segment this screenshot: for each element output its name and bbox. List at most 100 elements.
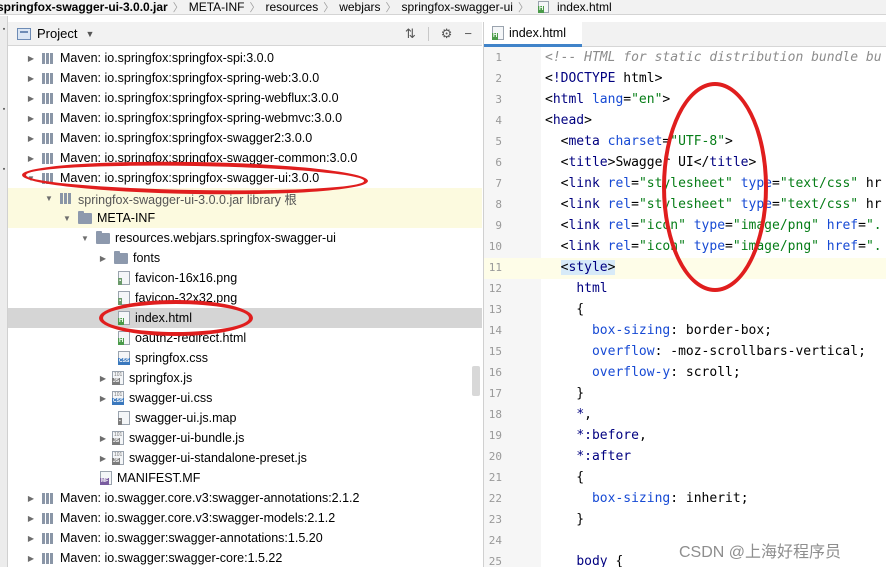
tree-item-springfox-spi[interactable]: ▶ Maven: io.springfox:springfox-spi:3.0.… [8, 48, 482, 68]
chevron-down-icon[interactable]: ▼ [85, 29, 94, 39]
tree-item-label: swagger-ui-standalone-preset.js [129, 451, 307, 465]
tree-item-swagger-annotations-v3[interactable]: ▶ Maven: io.swagger.core.v3:swagger-anno… [8, 488, 482, 508]
tree-item-label: Maven: io.swagger:swagger-core:1.5.22 [60, 551, 283, 565]
code-line[interactable]: <html lang="en"> [545, 89, 670, 110]
line-number: 8 [495, 198, 502, 211]
map-file-icon: ▪ [118, 411, 130, 425]
tree-item-resources-webjars[interactable]: ▼ resources.webjars.springfox-swagger-ui [8, 228, 482, 248]
code-line[interactable]: overflow-y: scroll; [545, 362, 741, 383]
tree-item-swagger-ui-bundle-js[interactable]: ▶ 101 JS swagger-ui-bundle.js [8, 428, 482, 448]
line-number: 23 [488, 513, 502, 526]
breadcrumb-item-file[interactable]: H index.html [534, 0, 612, 14]
breadcrumb-item-webjars[interactable]: webjars [339, 0, 380, 14]
tree-item-springfox-spring-webflux[interactable]: ▶ Maven: io.springfox:springfox-spring-w… [8, 88, 482, 108]
gear-icon[interactable]: ⚙ [441, 26, 453, 42]
library-icon [42, 52, 55, 64]
tree-item-swagger-ui-css[interactable]: ▶ 101 CSS swagger-ui.css [8, 388, 482, 408]
code-line[interactable]: <head> [545, 110, 592, 131]
code-line[interactable]: { [545, 467, 584, 488]
expand-arrow-icon[interactable]: ▶ [98, 254, 108, 263]
line-number: 4 [495, 114, 502, 127]
tree-item-label: swagger-ui.js.map [135, 411, 237, 425]
line-number: 17 [488, 387, 502, 400]
project-icon [17, 27, 31, 40]
code-line[interactable]: box-sizing: border-box; [545, 320, 772, 341]
tree-item-swagger-ui-js-map[interactable]: ▪ swagger-ui.js.map [8, 408, 482, 428]
code-line[interactable]: *:after [545, 446, 631, 467]
jar-icon [60, 192, 73, 204]
annotation-ellipse [662, 82, 768, 292]
tree-item-label: Maven: io.swagger.core.v3:swagger-models… [60, 511, 336, 525]
tree-item-oauth2-redirect[interactable]: H oauth2-redirect.html [8, 328, 482, 348]
tree-item-springfox-css[interactable]: CSS springfox.css [8, 348, 482, 368]
line-number: 9 [495, 219, 502, 232]
code-line[interactable]: { [545, 299, 584, 320]
expand-arrow-icon[interactable]: ▶ [26, 74, 36, 83]
line-number: 16 [488, 366, 502, 379]
folder-icon [96, 230, 110, 244]
tree-item-favicon-16[interactable]: ▪ favicon-16x16.png [8, 268, 482, 288]
tree-item-favicon-32[interactable]: ▪ favicon-32x32.png [8, 288, 482, 308]
breadcrumb-item-springfox-swagger-ui[interactable]: springfox-swagger-ui [402, 0, 513, 14]
tree-item-meta-inf[interactable]: ▼ META-INF [8, 208, 482, 228]
expand-arrow-icon[interactable]: ▼ [80, 234, 90, 243]
code-line[interactable]: body { [545, 551, 623, 567]
breadcrumb-item-meta-inf[interactable]: META-INF [189, 0, 245, 14]
tree-item-springfox-swagger2[interactable]: ▶ Maven: io.springfox:springfox-swagger2… [8, 128, 482, 148]
binary-file-icon: 101 JS [112, 451, 124, 465]
css-file-icon: CSS [118, 351, 131, 365]
expand-arrow-icon[interactable]: ▶ [26, 114, 36, 123]
expand-arrow-icon[interactable]: ▶ [26, 514, 36, 523]
tree-item-swagger-core[interactable]: ▶ Maven: io.swagger:swagger-core:1.5.22 [8, 548, 482, 567]
expand-arrow-icon[interactable]: ▶ [26, 534, 36, 543]
expand-arrow-icon[interactable]: ▶ [26, 94, 36, 103]
breadcrumb-item-jar[interactable]: springfox-swagger-ui-3.0.0.jar [0, 0, 168, 14]
tree-item-swagger-models-v3[interactable]: ▶ Maven: io.swagger.core.v3:swagger-mode… [8, 508, 482, 528]
code-line[interactable]: overflow: -moz-scrollbars-vertical; [545, 341, 866, 362]
code-line[interactable]: *, [545, 404, 592, 425]
expand-arrow-icon[interactable]: ▼ [62, 214, 72, 223]
code-line[interactable]: html [545, 278, 607, 299]
tree-item-swagger-ui-standalone-preset[interactable]: ▶ 101 JS swagger-ui-standalone-preset.js [8, 448, 482, 468]
tab-label: index.html [509, 26, 566, 40]
code-line[interactable]: } [545, 509, 584, 530]
breadcrumb: springfox-swagger-ui-3.0.0.jar 〉 META-IN… [0, 0, 886, 15]
tree-item-springfox-js[interactable]: ▶ 101 JS springfox.js [8, 368, 482, 388]
library-icon [42, 92, 55, 104]
folder-icon [78, 210, 92, 224]
tree-item-fonts[interactable]: ▶ fonts [8, 248, 482, 268]
expand-arrow-icon[interactable]: ▼ [44, 194, 54, 203]
expand-arrow-icon[interactable]: ▶ [98, 454, 108, 463]
expand-arrow-icon[interactable]: ▶ [98, 374, 108, 383]
code-line[interactable]: <!-- HTML for static distribution bundle… [545, 47, 882, 68]
code-line[interactable]: box-sizing: inherit; [545, 488, 749, 509]
code-line[interactable]: <style> [545, 257, 616, 278]
expand-arrow-icon[interactable]: ▶ [98, 394, 108, 403]
tool-strip-icon: ▪ [2, 106, 6, 113]
code-line[interactable]: *:before, [545, 425, 646, 446]
tree-item-springfox-spring-web[interactable]: ▶ Maven: io.springfox:springfox-spring-w… [8, 68, 482, 88]
breadcrumb-item-resources[interactable]: resources [266, 0, 319, 14]
code-line[interactable]: <!DOCTYPE html> [545, 68, 662, 89]
html-file-icon: H [537, 1, 549, 13]
tree-item-manifest[interactable]: MF MANIFEST.MF [8, 468, 482, 488]
left-tool-strip[interactable]: ▪ ▪ ▪ [0, 16, 8, 567]
image-file-icon: ▪ [118, 271, 130, 285]
tree-item-swagger-annotations[interactable]: ▶ Maven: io.swagger:swagger-annotations:… [8, 528, 482, 548]
project-panel-title[interactable]: Project [37, 26, 77, 41]
tree-item-springfox-spring-webmvc[interactable]: ▶ Maven: io.springfox:springfox-spring-w… [8, 108, 482, 128]
tree-scrollbar[interactable] [472, 366, 480, 396]
line-number: 22 [488, 492, 502, 505]
expand-arrow-icon[interactable]: ▶ [26, 154, 36, 163]
expand-arrow-icon[interactable]: ▶ [26, 494, 36, 503]
expand-arrow-icon[interactable]: ▶ [98, 434, 108, 443]
tab-index-html[interactable]: H index.html [484, 22, 582, 47]
expand-arrow-icon[interactable]: ▶ [26, 134, 36, 143]
code-line[interactable]: } [545, 383, 584, 404]
expand-arrow-icon[interactable]: ▶ [26, 54, 36, 63]
tree-item-label: resources.webjars.springfox-swagger-ui [115, 231, 336, 245]
minimize-icon[interactable]: − [464, 26, 472, 41]
expand-arrow-icon[interactable]: ▶ [26, 554, 36, 563]
collapse-all-icon[interactable]: ⇅ [405, 26, 416, 42]
library-icon [42, 512, 55, 524]
